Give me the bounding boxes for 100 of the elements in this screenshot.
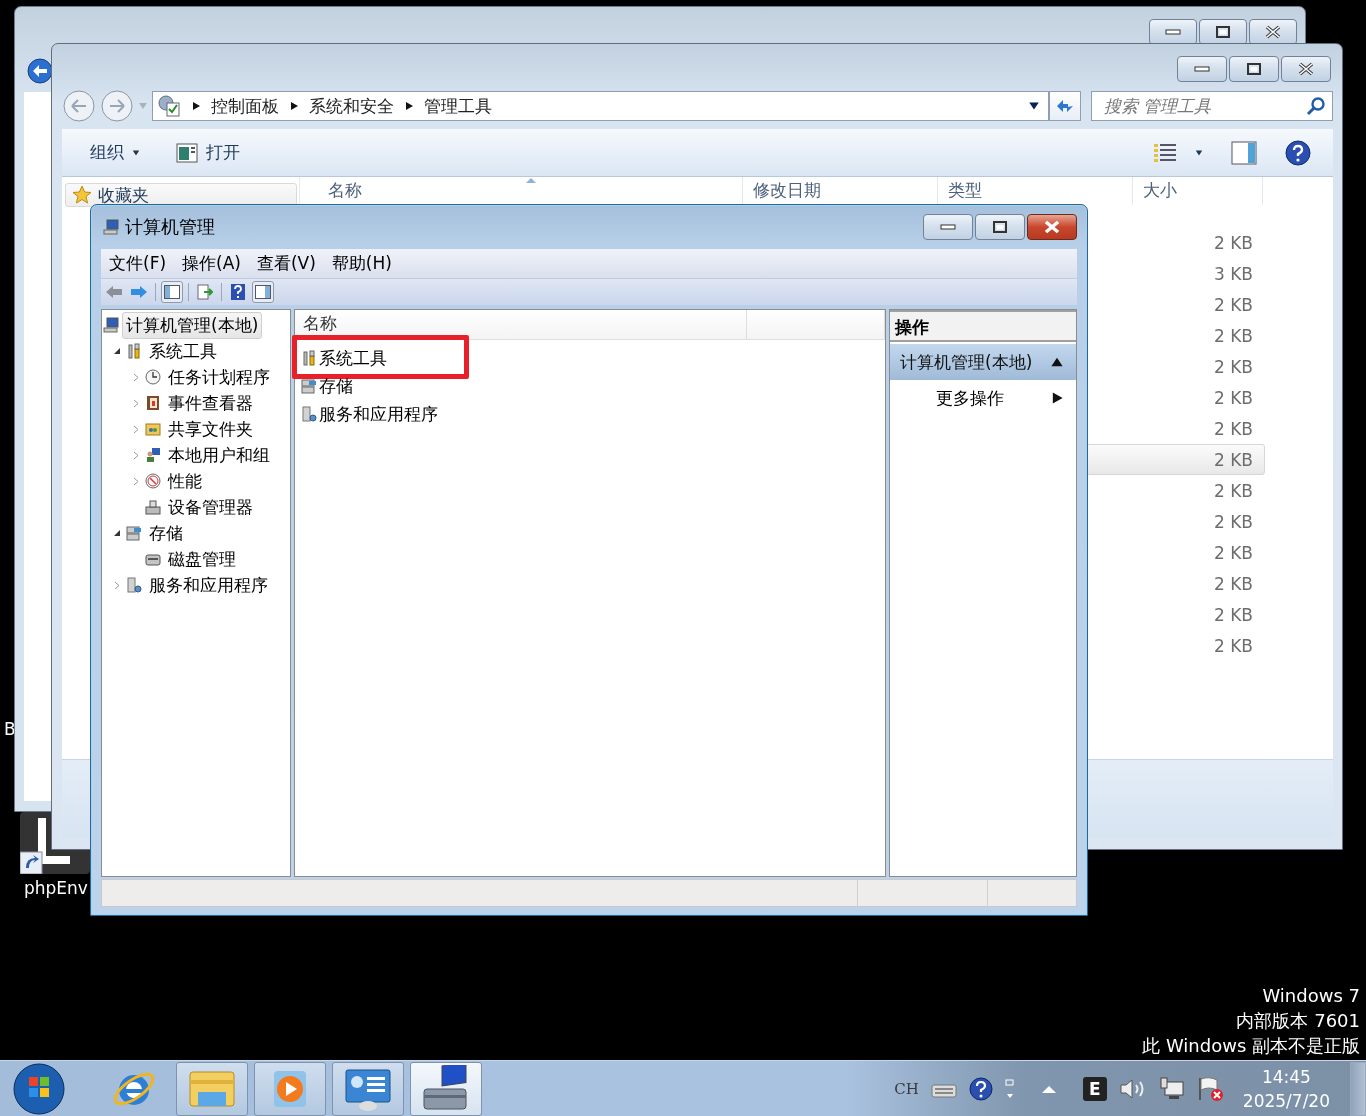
breadcrumb-item[interactable]: 管理工具 (424, 94, 492, 118)
back-icon[interactable] (27, 58, 53, 84)
desktop-icon-label[interactable]: B (4, 719, 16, 739)
taskbar-app[interactable] (332, 1061, 404, 1116)
help-icon[interactable] (968, 1076, 993, 1101)
search-box[interactable]: 搜索 管理工具 (1091, 91, 1333, 121)
minimize-button[interactable] (1149, 19, 1197, 45)
version-text: Windows 7 (1262, 985, 1360, 1006)
tree-item[interactable]: 任务计划程序 (164, 363, 274, 391)
clock-icon (145, 369, 161, 385)
pane-title: 操作 (890, 310, 1076, 342)
help-icon[interactable] (1285, 139, 1311, 166)
server-gear-icon (126, 577, 142, 593)
computer-icon (103, 219, 119, 235)
minimize-icon (1194, 66, 1210, 72)
maximize-button[interactable] (1199, 19, 1247, 45)
shared-folder-icon (145, 421, 161, 437)
tree-item[interactable]: 设备管理器 (164, 493, 257, 521)
users-icon (145, 447, 161, 463)
maximize-button[interactable] (1229, 56, 1279, 82)
show-hidden-icons[interactable] (1040, 1083, 1057, 1094)
organize-menu[interactable]: 组织 (90, 137, 140, 168)
minimize-icon (940, 224, 956, 230)
nav-item[interactable]: 收藏夹 (65, 183, 297, 207)
close-icon (1264, 25, 1282, 39)
size-cell-text: 2 KB (1213, 511, 1254, 532)
caret-icon (1195, 148, 1203, 157)
tree-item[interactable]: 事件查看器 (164, 389, 257, 417)
export-button[interactable] (194, 281, 216, 303)
help-icon (231, 284, 245, 300)
address-bar[interactable]: 控制面板 系统和安全 管理工具 (152, 91, 1049, 121)
window-icon (176, 142, 198, 163)
refresh-button[interactable] (1049, 91, 1081, 121)
maximize-icon (1247, 63, 1261, 75)
action-pane-toggle-button[interactable] (252, 281, 274, 303)
open-button[interactable]: 打开 (176, 137, 240, 168)
star-icon (72, 185, 92, 205)
tree-item[interactable]: 共享文件夹 (164, 415, 257, 443)
tree-item[interactable]: 计算机管理(本地) (122, 311, 263, 339)
pane-icon (255, 285, 271, 299)
list-item[interactable]: 系统工具 (319, 346, 387, 370)
device-icon (145, 499, 161, 515)
sort-arrow-icon (525, 177, 537, 184)
forward-arrow-icon (130, 285, 148, 299)
size-cell-text: 2 KB (1213, 604, 1254, 625)
maximize-icon (1216, 26, 1230, 38)
flag-warning-icon[interactable] (1196, 1075, 1225, 1102)
breadcrumb-item[interactable]: 系统和安全 (309, 94, 394, 118)
menu-item[interactable]: 帮助(H) (323, 252, 400, 275)
back-button[interactable] (62, 90, 96, 122)
tree-toggle-button[interactable] (161, 281, 183, 303)
back-arrow-icon (105, 285, 123, 299)
collapse-arrow-icon[interactable] (113, 529, 121, 537)
minimize-icon (1165, 29, 1181, 35)
search-icon (1306, 96, 1326, 116)
view-list-icon[interactable] (1153, 141, 1177, 164)
log-book-icon (145, 395, 161, 411)
close-icon (1043, 220, 1061, 234)
tree-item[interactable]: 磁盘管理 (164, 545, 240, 573)
close-button[interactable] (1249, 19, 1297, 45)
language-indicator[interactable]: CH (894, 1079, 919, 1098)
breadcrumb-item[interactable]: 控制面板 (211, 94, 279, 118)
close-icon (1297, 62, 1315, 76)
tree-item[interactable]: 存储 (145, 519, 187, 547)
column-header[interactable]: 大小 (1133, 177, 1263, 205)
size-cell-text: 2 KB (1213, 635, 1254, 656)
close-button[interactable] (1027, 214, 1077, 240)
collapse-arrow-icon[interactable] (113, 347, 121, 355)
tree-item[interactable]: 服务和应用程序 (145, 571, 272, 599)
storage-icon (301, 378, 317, 394)
window-title: 计算机管理 (125, 215, 216, 239)
menu-item[interactable]: 文件(F) (101, 252, 175, 275)
forward-button[interactable] (100, 90, 134, 122)
tree-item[interactable]: 性能 (164, 467, 206, 495)
search-field[interactable]: 搜索 管理工具 (1102, 95, 1306, 117)
list-item[interactable]: 服务和应用程序 (319, 402, 438, 426)
network-icon[interactable] (1158, 1076, 1185, 1101)
action-group-header[interactable]: 计算机管理(本地) (890, 344, 1076, 380)
chevron-icon (289, 101, 299, 111)
menu-item[interactable]: 操作(A) (174, 252, 249, 275)
action-item[interactable]: 更多操作 (890, 380, 1076, 416)
start-button[interactable] (12, 1061, 66, 1116)
tree-item[interactable]: 本地用户和组 (164, 441, 274, 469)
storage-icon (126, 525, 142, 541)
maximize-button[interactable] (975, 214, 1025, 240)
tray-app-icon[interactable]: E (1082, 1076, 1107, 1101)
options-icon[interactable] (1004, 1077, 1015, 1100)
tree-item[interactable]: 系统工具 (145, 337, 221, 365)
taskbar-app[interactable] (410, 1061, 482, 1116)
close-button[interactable] (1281, 56, 1331, 82)
tools-icon (126, 343, 142, 359)
chevron-icon (191, 101, 201, 111)
desktop-icon-label[interactable]: phpEnv (24, 878, 88, 898)
computer-icon (103, 317, 119, 333)
size-cell-text: 2 KB (1213, 449, 1254, 470)
preview-pane-icon[interactable] (1231, 140, 1257, 165)
dropdown-icon (1028, 100, 1040, 112)
menu-item[interactable]: 查看(V) (248, 252, 324, 275)
version-text: 此 Windows 副本不是正版 (1142, 1035, 1360, 1056)
list-item[interactable]: 存储 (319, 374, 353, 398)
